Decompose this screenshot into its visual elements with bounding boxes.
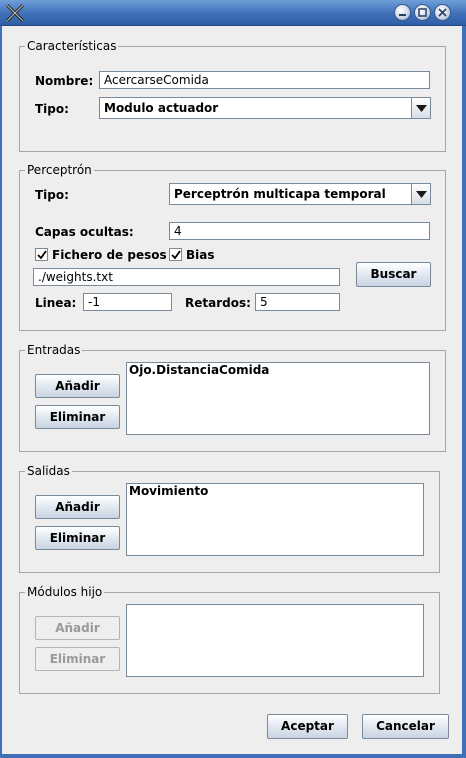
maximize-icon <box>418 8 427 17</box>
capas-ocultas-label: Capas ocultas: <box>35 225 134 239</box>
window-frame-left <box>0 26 2 758</box>
cancelar-button[interactable]: Cancelar <box>362 714 449 739</box>
entradas-add-button[interactable]: Añadir <box>35 374 120 398</box>
modulos-list[interactable] <box>126 604 424 677</box>
list-item[interactable]: Ojo.DistanciaComida <box>127 363 429 378</box>
tipo-select[interactable]: Modulo actuador <box>99 97 431 119</box>
salidas-list[interactable]: Movimiento <box>126 483 424 556</box>
tipo-select-button[interactable] <box>411 97 431 119</box>
checkmark-icon <box>171 250 181 260</box>
fichero-pesos-label: Fichero de pesos <box>52 248 167 262</box>
close-button[interactable] <box>434 4 451 21</box>
perceptron-legend: Perceptrón <box>25 163 94 177</box>
bias-checkbox[interactable] <box>169 248 182 261</box>
buscar-button[interactable]: Buscar <box>356 262 431 287</box>
list-item[interactable]: Movimiento <box>127 484 423 499</box>
perceptron-tipo-select[interactable]: Perceptrón multicapa temporal <box>169 183 431 205</box>
retardos-input[interactable]: 5 <box>255 293 340 311</box>
perceptron-tipo-value: Perceptrón multicapa temporal <box>174 187 386 201</box>
aceptar-button[interactable]: Aceptar <box>267 714 348 739</box>
x-logo-icon <box>5 3 25 23</box>
minimize-icon <box>399 14 406 16</box>
modulos-add-button[interactable]: Añadir <box>35 616 120 640</box>
salidas-legend: Salidas <box>25 464 72 478</box>
capas-ocultas-input[interactable]: 4 <box>169 222 430 240</box>
modulos-remove-button[interactable]: Eliminar <box>35 647 120 671</box>
nombre-label: Nombre: <box>35 74 94 88</box>
chevron-down-icon <box>416 105 427 112</box>
linea-input[interactable]: -1 <box>83 293 172 311</box>
entradas-legend: Entradas <box>25 343 83 357</box>
perceptron-tipo-button[interactable] <box>411 183 431 205</box>
checkmark-icon <box>37 250 47 260</box>
maximize-button[interactable] <box>414 4 431 21</box>
entradas-remove-button[interactable]: Eliminar <box>35 405 120 429</box>
modulos-hijo-legend: Módulos hijo <box>25 585 105 599</box>
retardos-label: Retardos: <box>185 296 251 310</box>
caracteristicas-legend: Características <box>25 39 119 53</box>
entradas-list[interactable]: Ojo.DistanciaComida <box>126 362 430 435</box>
window-frame-right <box>462 26 466 758</box>
nombre-input[interactable]: AcercarseComida <box>99 71 430 89</box>
bias-label: Bias <box>186 248 215 262</box>
fichero-pesos-checkbox[interactable] <box>35 248 48 261</box>
window-frame-bottom <box>0 754 466 758</box>
chevron-down-icon <box>416 191 427 198</box>
tipo-select-value: Modulo actuador <box>104 101 219 115</box>
weights-path-input[interactable]: ./weights.txt <box>33 268 340 286</box>
perceptron-tipo-label: Tipo: <box>35 188 69 202</box>
tipo-label: Tipo: <box>35 102 69 116</box>
minimize-button[interactable] <box>394 4 411 21</box>
title-bar[interactable] <box>0 0 466 26</box>
salidas-remove-button[interactable]: Eliminar <box>35 526 120 550</box>
linea-label: Linea: <box>35 296 77 310</box>
close-icon <box>438 8 447 17</box>
salidas-add-button[interactable]: Añadir <box>35 495 120 519</box>
